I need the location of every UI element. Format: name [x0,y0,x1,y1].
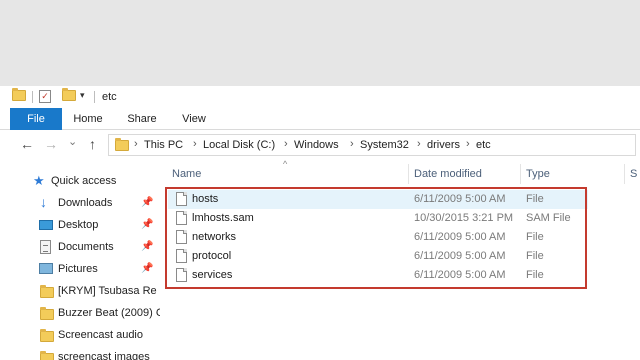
column-divider[interactable] [408,164,409,184]
pin-icon[interactable]: 📌 [141,241,153,252]
nav-item-label: Desktop [58,219,99,231]
ribbon-tabs: File Home Share View [0,108,640,130]
column-divider[interactable] [520,164,521,184]
breadcrumb-separator: › [193,138,197,150]
file-name: services [192,269,233,281]
column-divider[interactable] [624,164,625,184]
file-name: lmhosts.sam [192,212,254,224]
file-type: File [526,269,544,281]
file-icon [176,268,187,282]
breadcrumb-separator: › [466,138,470,150]
file-type: File [526,250,544,262]
folder-icon [115,138,129,151]
folder-icon [40,285,54,298]
toolbar-divider [32,91,33,103]
tab-file[interactable]: File [10,108,62,130]
nav-item-folder[interactable]: Buzzer Beat (2009) C [0,304,160,324]
folder-icon [12,88,26,101]
file-list: hosts 6/11/2009 5:00 AM File lmhosts.sam… [168,190,640,290]
file-type: File [526,231,544,243]
forward-button[interactable]: → [44,136,58,152]
address-row: ← → ⌄ ↑ › This PC › Local Disk (C:) › Wi… [0,132,640,158]
file-date: 6/11/2009 5:00 AM [414,193,506,205]
file-name: protocol [192,250,232,262]
nav-item-label: Quick access [51,175,117,187]
folder-icon [40,329,54,342]
recent-locations-button[interactable]: ⌄ [68,134,77,150]
back-button[interactable]: ← [20,136,34,152]
column-header-date-modified[interactable]: Date modified [414,168,482,180]
nav-item-folder[interactable]: Screencast audio [0,326,160,346]
breadcrumb-separator: › [417,138,421,150]
nav-item-label: Pictures [58,263,98,275]
desktop-icon [39,220,53,230]
column-header: Name Date modified Type S [168,164,640,184]
nav-item-label: Buzzer Beat (2009) C [58,307,160,319]
navigation-pane: ★ Quick access ↓ Downloads 📌 Desktop 📌 D… [0,172,160,360]
folder-icon [40,351,54,360]
nav-item-pictures[interactable]: Pictures 📌 [0,260,160,280]
column-header-size[interactable]: S [630,168,637,180]
file-row[interactable]: services 6/11/2009 5:00 AM File [168,266,588,285]
breadcrumb-separator: › [284,138,288,150]
breadcrumb-windows[interactable]: Windows [294,139,339,151]
file-name: hosts [192,193,219,205]
file-date: 6/11/2009 5:00 AM [414,231,506,243]
up-button[interactable]: ↑ [89,136,96,152]
file-date: 6/11/2009 5:00 AM [414,250,506,262]
file-date: 10/30/2015 3:21 PM [414,212,514,224]
file-date: 6/11/2009 5:00 AM [414,269,506,281]
documents-icon [40,240,51,254]
file-row[interactable]: lmhosts.sam 10/30/2015 3:21 PM SAM File [168,209,588,228]
nav-item-label: [KRYM] Tsubasa Re [58,285,157,297]
column-header-type[interactable]: Type [526,168,550,180]
nav-item-label: Downloads [58,197,113,209]
breadcrumb-local-disk[interactable]: Local Disk (C:) [203,139,275,151]
file-icon [176,249,187,263]
download-icon: ↓ [40,194,47,210]
nav-item-folder[interactable]: [KRYM] Tsubasa Re [0,282,160,302]
address-bar[interactable]: › This PC › Local Disk (C:) › Windows › … [108,134,636,156]
file-icon [176,230,187,244]
file-row[interactable]: protocol 6/11/2009 5:00 AM File [168,247,588,266]
window-title: etc [102,91,117,103]
tab-share[interactable]: Share [120,108,164,130]
nav-item-label: Documents [58,241,114,253]
file-type: File [526,193,544,205]
pin-icon[interactable]: 📌 [141,219,153,230]
tab-view[interactable]: View [172,108,216,130]
pictures-icon [39,263,53,274]
file-row[interactable]: networks 6/11/2009 5:00 AM File [168,228,588,247]
nav-item-quick-access[interactable]: ★ Quick access [0,172,160,192]
file-explorer-window: ✓ ▾ etc File Home Share View ← → ⌄ ↑ › T… [0,86,640,360]
nav-item-documents[interactable]: Documents 📌 [0,238,160,258]
new-folder-icon[interactable] [62,88,76,101]
file-type: SAM File [526,212,571,224]
breadcrumb-drivers[interactable]: drivers [427,139,460,151]
tab-home[interactable]: Home [66,108,110,130]
properties-icon[interactable]: ✓ [39,90,51,103]
breadcrumb-separator: › [350,138,354,150]
breadcrumb-system32[interactable]: System32 [360,139,409,151]
file-row[interactable]: hosts 6/11/2009 5:00 AM File [168,190,588,209]
folder-icon [40,307,54,320]
breadcrumb-separator: › [134,138,138,150]
file-icon [176,211,187,225]
column-header-name[interactable]: Name [172,168,201,180]
title-bar: ✓ ▾ etc [0,86,640,108]
breadcrumb-this-pc[interactable]: This PC [144,139,183,151]
nav-item-label: Screencast audio [58,329,143,341]
pin-icon[interactable]: 📌 [141,197,153,208]
file-icon [176,192,187,206]
nav-item-desktop[interactable]: Desktop 📌 [0,216,160,236]
breadcrumb-etc[interactable]: etc [476,139,491,151]
star-icon: ★ [33,173,45,188]
toolbar-divider [94,91,95,103]
pin-icon[interactable]: 📌 [141,263,153,274]
nav-item-downloads[interactable]: ↓ Downloads 📌 [0,194,160,214]
nav-item-label: screencast images [58,351,150,360]
file-name: networks [192,231,237,243]
nav-item-folder[interactable]: screencast images [0,348,160,360]
customize-toolbar-icon[interactable]: ▾ [80,90,85,101]
